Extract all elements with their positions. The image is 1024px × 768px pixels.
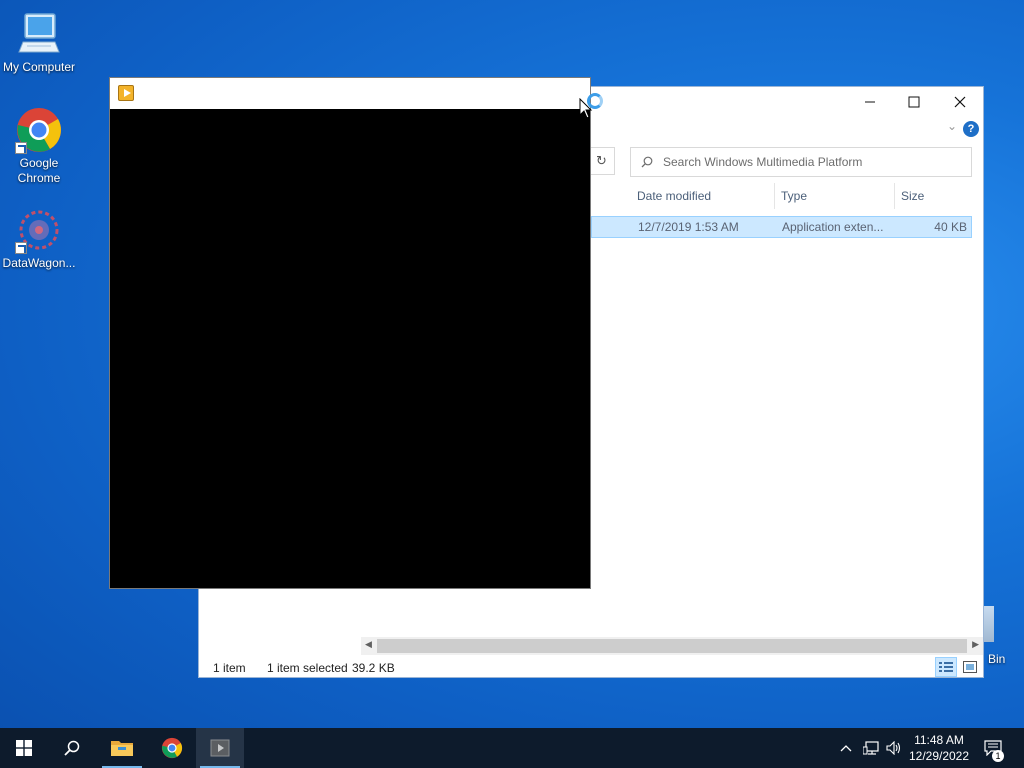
- network-tray-button[interactable]: [860, 728, 882, 768]
- desktop-icon-label: My Computer: [2, 60, 76, 74]
- minimize-icon: [865, 101, 875, 103]
- close-button[interactable]: [937, 87, 983, 117]
- recycle-bin-label: Bin: [988, 652, 1006, 666]
- shortcut-arrow-icon: [15, 242, 27, 254]
- clock-date: 12/29/2022: [908, 749, 970, 763]
- volume-tray-button[interactable]: [884, 728, 904, 768]
- folder-icon: [111, 741, 133, 756]
- search-box[interactable]: [630, 147, 972, 177]
- media-player-icon: [118, 85, 134, 101]
- video-display-area[interactable]: [110, 109, 590, 588]
- column-header-date-modified[interactable]: Date modified: [631, 183, 775, 209]
- status-bar: 1 item 1 item selected 39.2 KB: [199, 657, 983, 679]
- media-player-titlebar[interactable]: [110, 78, 590, 109]
- chevron-up-icon: [840, 745, 852, 752]
- windows-logo-icon: [16, 740, 32, 756]
- scroll-left-arrow-icon[interactable]: ◀: [365, 639, 372, 650]
- chrome-icon: [161, 737, 183, 759]
- status-item-count: 1 item: [213, 661, 246, 675]
- mouse-cursor-icon: [579, 98, 593, 119]
- desktop-icon-label: Google Chrome: [17, 156, 61, 185]
- taskbar-search-button[interactable]: [48, 728, 96, 768]
- scroll-right-arrow-icon[interactable]: ▶: [972, 639, 979, 650]
- notification-count-badge: 1: [992, 750, 1004, 762]
- datawagon-icon: [15, 206, 63, 254]
- table-row[interactable]: 12/7/2019 1:53 AM Application exten... 4…: [591, 216, 972, 238]
- speaker-icon: [886, 741, 901, 755]
- desktop-icon-label: DataWagon...: [2, 256, 76, 270]
- maximize-icon: [908, 96, 920, 108]
- taskbar-file-explorer[interactable]: [98, 728, 146, 768]
- network-icon: [863, 741, 879, 755]
- status-selected: 1 item selected: [267, 661, 348, 675]
- chrome-icon: [15, 106, 63, 154]
- column-header-type[interactable]: Type: [775, 183, 895, 209]
- details-view-button[interactable]: [935, 657, 957, 677]
- file-size: 40 KB: [934, 220, 967, 234]
- minimize-button[interactable]: [847, 87, 893, 117]
- horizontal-scrollbar[interactable]: ◀ ▶: [361, 637, 983, 655]
- search-icon: [641, 156, 653, 168]
- desktop-icon-datawagon[interactable]: DataWagon...: [1, 206, 77, 271]
- expand-ribbon-chevron-icon[interactable]: ⌄: [947, 119, 957, 133]
- column-header-size[interactable]: Size: [895, 183, 973, 209]
- file-date-modified: 12/7/2019 1:53 AM: [638, 220, 739, 234]
- scrollbar-thumb[interactable]: [377, 639, 967, 653]
- maximize-button[interactable]: [891, 87, 937, 117]
- media-player-icon: [210, 739, 230, 757]
- taskbar: 11:48 AM 12/29/2022 1: [0, 728, 1024, 768]
- details-view-icon: [939, 662, 953, 672]
- large-icons-view-icon: [963, 661, 977, 673]
- close-icon: [954, 96, 966, 108]
- taskbar-media-player[interactable]: [196, 728, 244, 768]
- media-player-window[interactable]: [109, 77, 591, 589]
- start-button[interactable]: [0, 728, 48, 768]
- computer-icon: [15, 10, 63, 58]
- search-input[interactable]: [663, 155, 953, 169]
- clock-time: 11:48 AM: [914, 733, 964, 747]
- show-hidden-icons-button[interactable]: [836, 728, 856, 768]
- refresh-button[interactable]: ↻: [589, 147, 615, 175]
- file-type: Application exten...: [782, 220, 884, 234]
- action-center-button[interactable]: 1: [980, 728, 1006, 768]
- help-button[interactable]: ?: [963, 121, 979, 137]
- search-icon: [64, 740, 80, 756]
- large-icons-view-button[interactable]: [959, 657, 981, 677]
- taskbar-chrome[interactable]: [148, 728, 196, 768]
- desktop-icon-my-computer[interactable]: My Computer: [1, 10, 77, 75]
- status-selected-size: 39.2 KB: [352, 661, 395, 675]
- shortcut-arrow-icon: [15, 142, 27, 154]
- refresh-icon: ↻: [596, 153, 607, 168]
- desktop-icon-google-chrome[interactable]: Google Chrome: [1, 106, 77, 186]
- taskbar-clock[interactable]: 11:48 AM 12/29/2022: [904, 732, 974, 764]
